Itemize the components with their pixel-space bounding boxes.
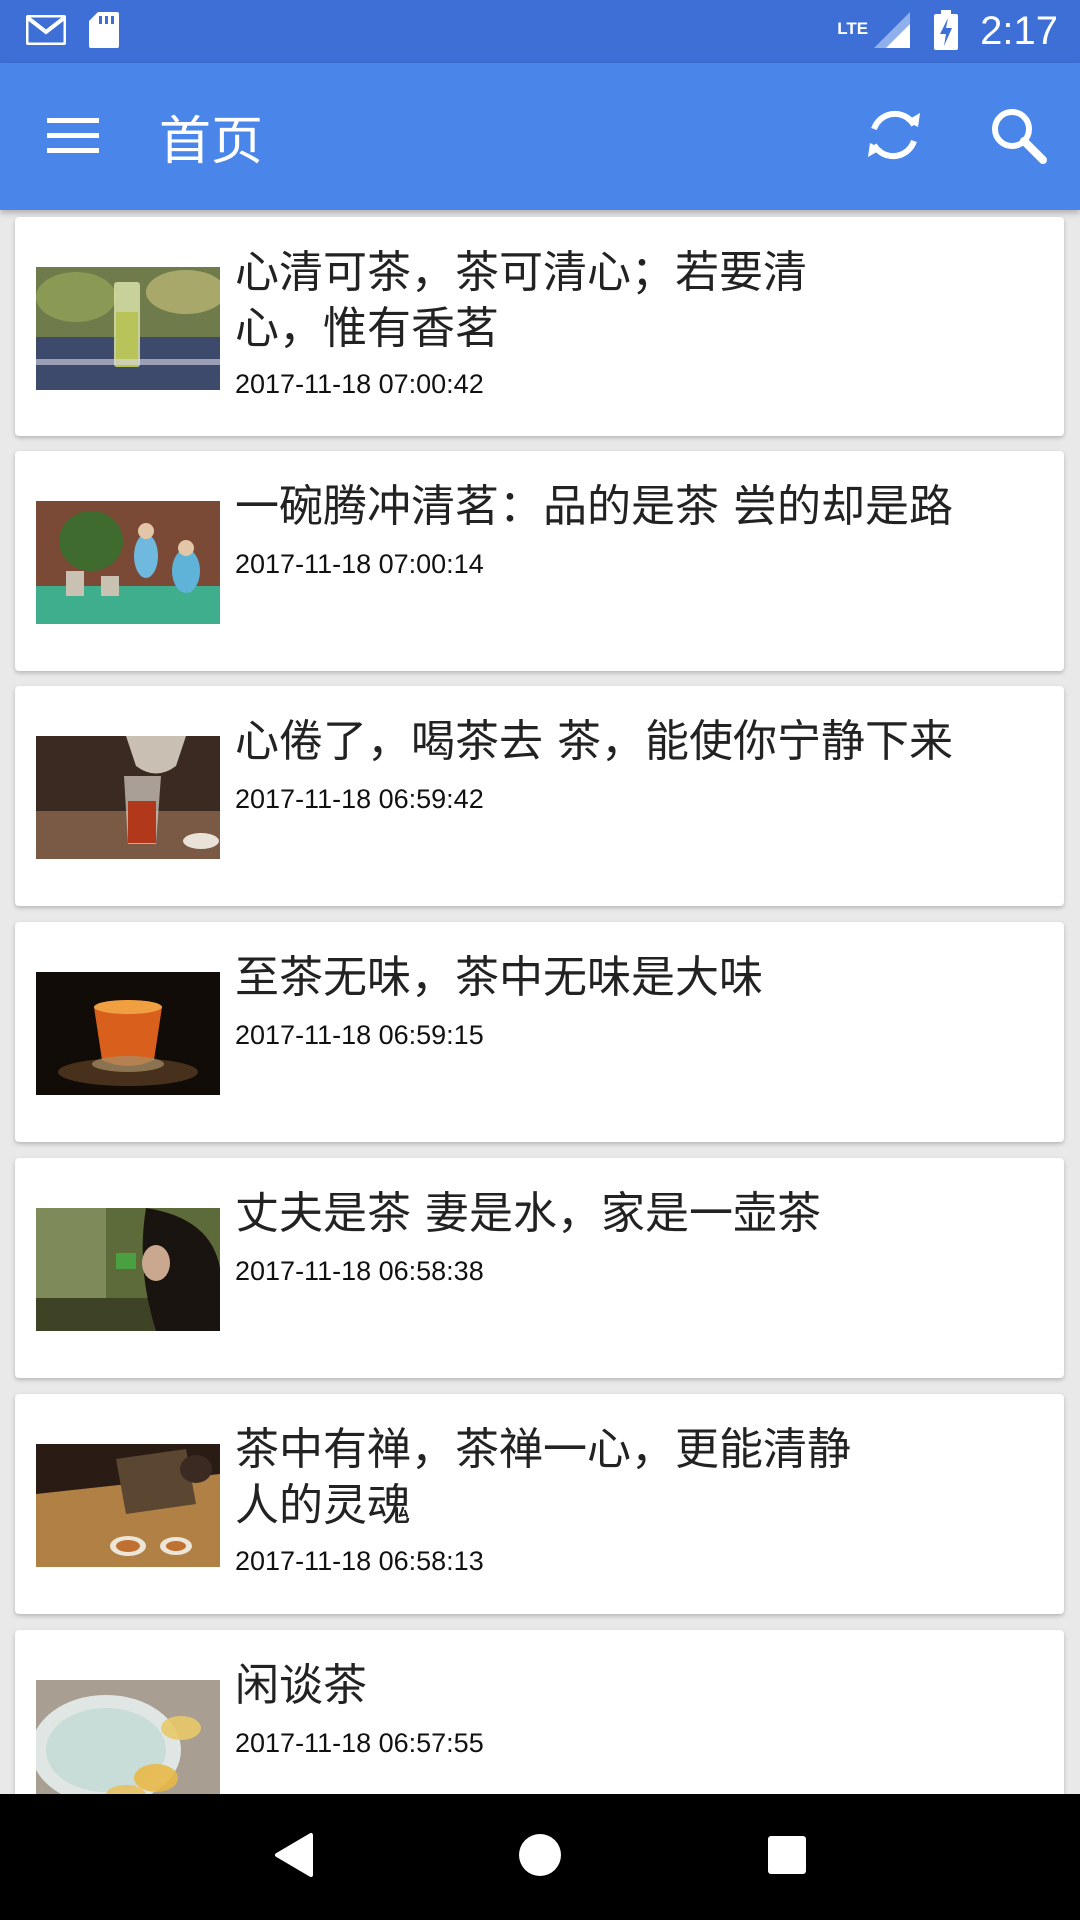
article-card[interactable]: 茶中有禅，茶禅一心，更能清静人的灵魂 2017-11-18 06:58:13 xyxy=(15,1394,1064,1614)
battery-charging-icon xyxy=(934,9,959,54)
article-date: 2017-11-18 06:57:55 xyxy=(235,1728,484,1758)
article-card[interactable]: 心清可茶，茶可清心；若要清心，惟有香茗 2017-11-18 07:00:42 xyxy=(15,217,1064,436)
article-thumbnail xyxy=(36,1208,220,1331)
article-date: 2017-11-18 07:00:14 xyxy=(235,549,484,579)
article-title: 心清可茶，茶可清心；若要清心，惟有香茗 xyxy=(235,247,807,354)
article-thumbnail xyxy=(36,267,220,390)
refresh-icon xyxy=(862,103,926,171)
article-date: 2017-11-18 06:59:15 xyxy=(235,1020,484,1050)
app-bar: 首页 xyxy=(0,63,1080,210)
article-title: 心倦了，喝茶去 茶，能使你宁静下来 xyxy=(235,716,953,767)
back-icon xyxy=(271,1831,315,1883)
sd-card-icon xyxy=(88,11,120,53)
search-button[interactable] xyxy=(956,63,1080,210)
status-left xyxy=(25,11,120,53)
status-time: 2:17 xyxy=(980,9,1058,53)
recents-icon xyxy=(767,1835,807,1879)
article-title: 茶中有禅，茶禅一心，更能清静人的灵魂 xyxy=(235,1424,851,1531)
article-thumbnail xyxy=(36,1444,220,1567)
gmail-icon xyxy=(25,14,67,49)
article-card[interactable]: 心倦了，喝茶去 茶，能使你宁静下来 2017-11-18 06:59:42 xyxy=(15,686,1064,906)
article-list[interactable]: 心清可茶，茶可清心；若要清心，惟有香茗 2017-11-18 07:00:42 … xyxy=(0,210,1080,1794)
menu-icon xyxy=(47,115,99,159)
article-thumbnail xyxy=(36,972,220,1095)
article-card[interactable]: 至茶无味，茶中无味是大味 2017-11-18 06:59:15 xyxy=(15,922,1064,1142)
article-date: 2017-11-18 07:00:42 xyxy=(235,369,484,399)
navigation-bar xyxy=(0,1794,1080,1920)
home-icon xyxy=(518,1833,562,1881)
signal-icon xyxy=(872,10,912,54)
article-date: 2017-11-18 06:58:38 xyxy=(235,1256,484,1286)
article-thumbnail xyxy=(36,501,220,624)
search-icon xyxy=(988,105,1048,169)
recents-button[interactable] xyxy=(727,1794,847,1920)
article-thumbnail xyxy=(36,1680,220,1794)
app-actions xyxy=(832,63,1080,210)
page-title: 首页 xyxy=(159,112,264,172)
back-button[interactable] xyxy=(233,1794,353,1920)
menu-button[interactable] xyxy=(0,63,146,210)
home-button[interactable] xyxy=(480,1794,600,1920)
article-title: 闲谈茶 xyxy=(235,1660,367,1711)
article-date: 2017-11-18 06:58:13 xyxy=(235,1546,484,1576)
article-card[interactable]: 闲谈茶 2017-11-18 06:57:55 xyxy=(15,1630,1064,1794)
article-card[interactable]: 一碗腾冲清茗：品的是茶 尝的却是路 2017-11-18 07:00:14 xyxy=(15,451,1064,671)
article-card[interactable]: 丈夫是茶 妻是水，家是一壶茶 2017-11-18 06:58:38 xyxy=(15,1158,1064,1378)
article-title: 丈夫是茶 妻是水，家是一壶茶 xyxy=(235,1188,821,1239)
article-title: 至茶无味，茶中无味是大味 xyxy=(235,952,763,1003)
refresh-button[interactable] xyxy=(832,63,956,210)
article-date: 2017-11-18 06:59:42 xyxy=(235,784,484,814)
article-thumbnail xyxy=(36,736,220,859)
network-type: LTE xyxy=(837,19,869,38)
status-right: LTE 2:17 xyxy=(837,9,1058,54)
article-title: 一碗腾冲清茗：品的是茶 尝的却是路 xyxy=(235,481,953,532)
status-bar: LTE 2:17 xyxy=(0,0,1080,63)
